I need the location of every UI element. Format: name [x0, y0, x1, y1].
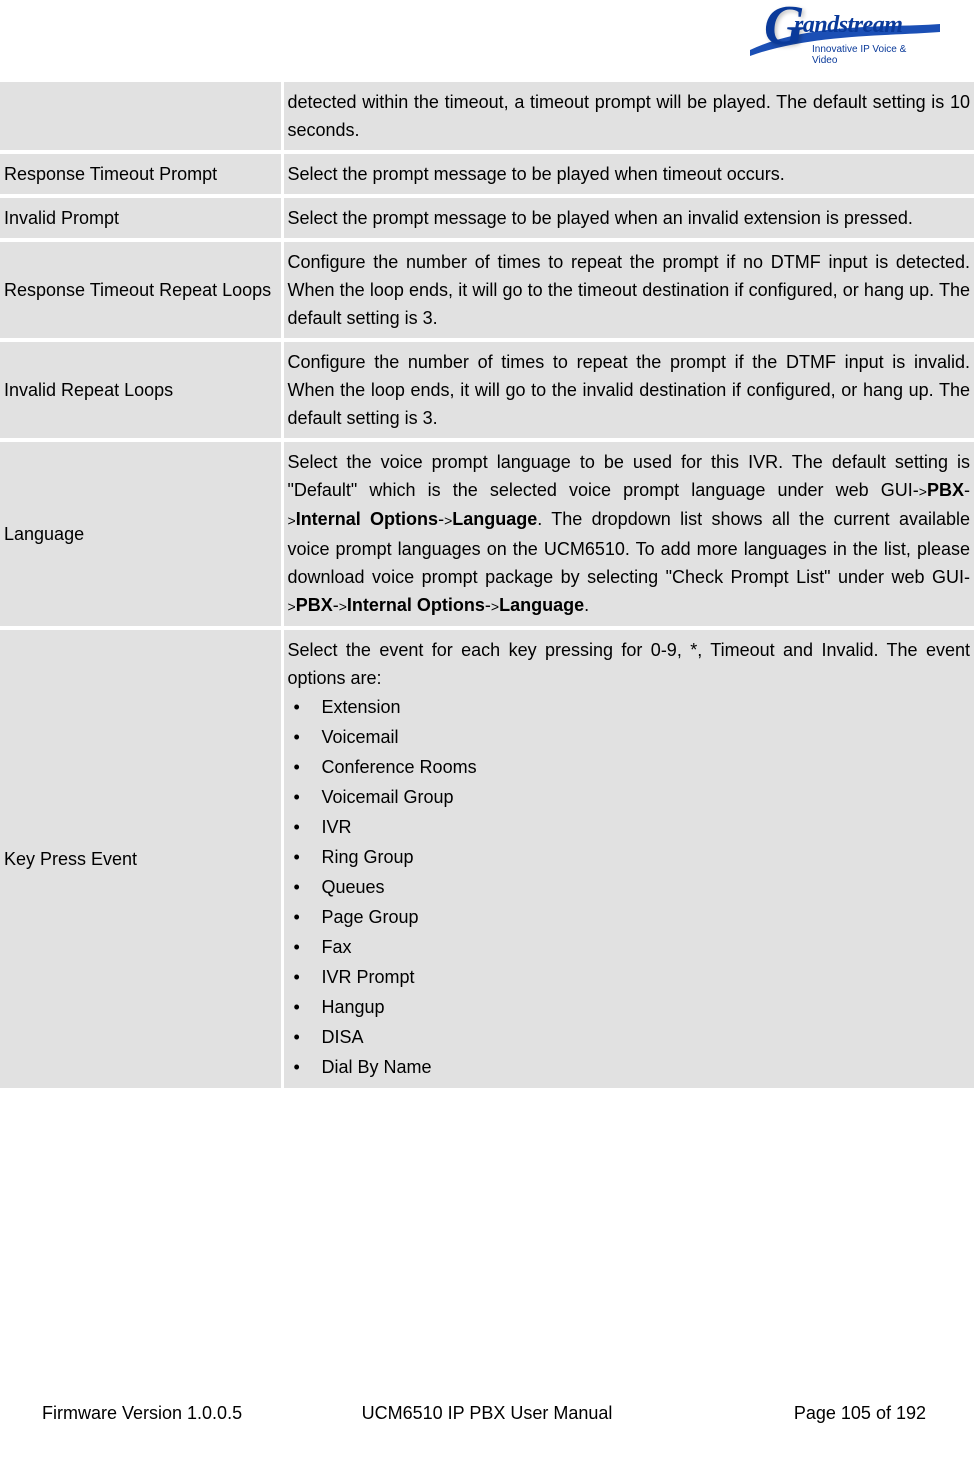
list-item: Conference Rooms — [294, 752, 971, 782]
table-row: Language Select the voice prompt languag… — [0, 440, 974, 628]
setting-desc: Select the voice prompt language to be u… — [282, 440, 974, 628]
breadcrumb-sep: > — [919, 483, 927, 499]
setting-name: Response Timeout Repeat Loops — [0, 240, 282, 340]
setting-desc: detected within the timeout, a timeout p… — [282, 82, 974, 152]
setting-name: Invalid Prompt — [0, 196, 282, 240]
key-press-intro: Select the event for each key pressing f… — [288, 636, 971, 692]
table-row: Key Press Event Select the event for eac… — [0, 628, 974, 1088]
list-item: Voicemail Group — [294, 782, 971, 812]
table-row: Response Timeout Repeat Loops Configure … — [0, 240, 974, 340]
breadcrumb-pbx: PBX — [927, 480, 964, 500]
breadcrumb-internal-options: Internal Options — [296, 509, 438, 529]
footer-page-number: Page 105 of 192 — [794, 1403, 926, 1424]
list-item: Extension — [294, 692, 971, 722]
setting-name: Invalid Repeat Loops — [0, 340, 282, 440]
setting-name — [0, 82, 282, 152]
setting-desc: Select the event for each key pressing f… — [282, 628, 974, 1088]
breadcrumb-pbx: PBX — [296, 595, 333, 615]
breadcrumb-sep: > — [491, 598, 499, 614]
table-row: Invalid Repeat Loops Configure the numbe… — [0, 340, 974, 440]
list-item: Voicemail — [294, 722, 971, 752]
breadcrumb-sep: > — [339, 598, 347, 614]
logo-tagline: Innovative IP Voice & Video — [812, 44, 928, 66]
brand-logo: G randstream Innovative IP Voice & Video — [758, 4, 928, 72]
list-item: Dial By Name — [294, 1052, 971, 1082]
list-item: DISA — [294, 1022, 971, 1052]
desc-text: Select the voice prompt language to be u… — [288, 452, 971, 500]
footer-firmware-version: Firmware Version 1.0.0.5 — [42, 1403, 242, 1424]
key-press-options-list: Extension Voicemail Conference Rooms Voi… — [288, 692, 971, 1082]
logo-brand-text: randstream — [794, 12, 902, 39]
breadcrumb-language: Language — [452, 509, 537, 529]
list-item: Page Group — [294, 902, 971, 932]
table-row: detected within the timeout, a timeout p… — [0, 82, 974, 152]
breadcrumb-language: Language — [499, 595, 584, 615]
list-item: Ring Group — [294, 842, 971, 872]
table-row: Invalid Prompt Select the prompt message… — [0, 196, 974, 240]
setting-desc: Configure the number of times to repeat … — [282, 240, 974, 340]
page-footer: Firmware Version 1.0.0.5 UCM6510 IP PBX … — [0, 1403, 974, 1424]
settings-table: detected within the timeout, a timeout p… — [0, 82, 974, 1088]
setting-desc: Configure the number of times to repeat … — [282, 340, 974, 440]
setting-name: Response Timeout Prompt — [0, 152, 282, 196]
list-item: Hangup — [294, 992, 971, 1022]
setting-name: Language — [0, 440, 282, 628]
setting-desc: Select the prompt message to be played w… — [282, 196, 974, 240]
setting-name: Key Press Event — [0, 628, 282, 1088]
list-item: Queues — [294, 872, 971, 902]
footer-doc-title: UCM6510 IP PBX User Manual — [362, 1403, 613, 1424]
table-row: Response Timeout Prompt Select the promp… — [0, 152, 974, 196]
setting-desc: Select the prompt message to be played w… — [282, 152, 974, 196]
breadcrumb-sep: > — [288, 598, 296, 614]
breadcrumb-sep: > — [288, 513, 296, 529]
list-item: IVR Prompt — [294, 962, 971, 992]
breadcrumb-internal-options: Internal Options — [347, 595, 485, 615]
list-item: Fax — [294, 932, 971, 962]
list-item: IVR — [294, 812, 971, 842]
